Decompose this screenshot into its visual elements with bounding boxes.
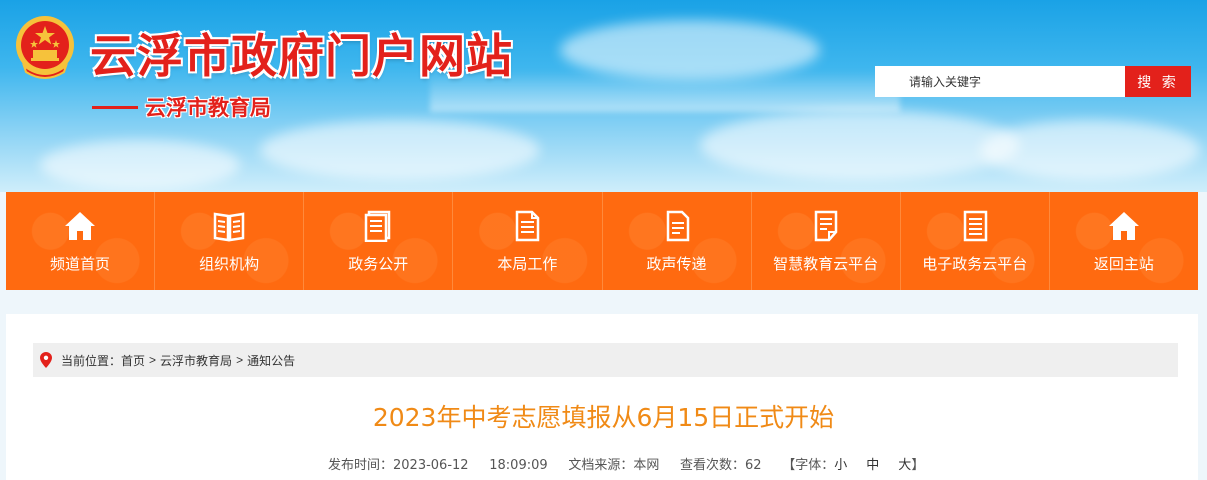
source-value: 本网 — [633, 458, 660, 473]
font-size-small[interactable]: 小 — [834, 454, 847, 473]
article-title: 2023年中考志愿填报从6月15日正式开始 — [372, 403, 835, 432]
location-pin-icon — [40, 352, 52, 368]
article-meta: 发布时间：2023-06-12 18:09:09 文档来源：本网 查看次数：62… — [328, 454, 924, 473]
search-button[interactable]: 搜 索 — [1125, 66, 1191, 97]
book-icon — [213, 212, 245, 242]
notes-icon — [666, 210, 689, 242]
search-input[interactable] — [875, 66, 1125, 97]
site-title: 云浮市政府门户网站 — [90, 29, 513, 83]
nav-item-smart-education-cloud[interactable]: 智慧教育云平台 — [751, 192, 901, 290]
document-lines-icon — [516, 210, 540, 242]
national-emblem-icon — [16, 16, 74, 79]
nav-item-e-government-cloud[interactable]: 电子政务云平台 — [900, 192, 1050, 290]
nav-label: 本局工作 — [497, 255, 558, 273]
breadcrumb-bureau[interactable]: 云浮市教育局 — [160, 352, 232, 369]
nav-label: 频道首页 — [50, 255, 111, 273]
breadcrumb-separator: > — [149, 353, 157, 367]
breadcrumb: 当前位置： 首页 > 云浮市教育局 > 通知公告 — [33, 343, 1178, 377]
breadcrumb-notices[interactable]: 通知公告 — [247, 352, 295, 369]
font-size-medium[interactable]: 中 — [866, 454, 879, 473]
nav-label: 返回主站 — [1093, 255, 1154, 273]
subtitle-dash — [92, 106, 138, 109]
nav-item-government-affairs[interactable]: 政务公开 — [304, 192, 454, 290]
breadcrumb-separator: > — [236, 353, 244, 367]
list-doc-icon — [963, 210, 988, 242]
nav-item-government-voice[interactable]: 政声传递 — [602, 192, 752, 290]
checklist-icon — [814, 210, 837, 242]
publish-date: 2023-06-12 — [393, 458, 469, 473]
font-size-large[interactable]: 大 — [898, 454, 911, 473]
breadcrumb-prefix: 当前位置： — [61, 353, 122, 368]
nav-label: 组织机构 — [199, 255, 260, 273]
nav-item-channel-home[interactable]: 频道首页 — [6, 192, 156, 290]
nav-label: 电子政务云平台 — [922, 255, 1028, 273]
main-nav: 频道首页 组织机构 政务公开 本局工作 政声传递 智慧教育云平台 电子政务云平台… — [6, 192, 1198, 290]
breadcrumb-home[interactable]: 首页 — [121, 352, 145, 369]
nav-label: 政声传递 — [646, 255, 707, 273]
nav-label: 政务公开 — [348, 255, 409, 273]
nav-item-return-main-site[interactable]: 返回主站 — [1049, 192, 1198, 290]
font-size-close: 】 — [911, 458, 925, 473]
home-icon — [65, 212, 96, 240]
publish-time: 18:09:09 — [489, 458, 548, 473]
nav-item-bureau-work[interactable]: 本局工作 — [453, 192, 603, 290]
nav-label: 智慧教育云平台 — [773, 255, 879, 273]
font-size-label: 【字体： — [782, 458, 835, 473]
document-icon — [365, 210, 391, 242]
source-label: 文档来源： — [568, 458, 634, 473]
views-count: 62 — [745, 458, 762, 473]
views-label: 查看次数： — [680, 458, 746, 473]
home-icon — [1108, 212, 1139, 240]
publish-label: 发布时间： — [328, 458, 394, 473]
nav-item-organization[interactable]: 组织机构 — [155, 192, 305, 290]
department-subtitle[interactable]: 云浮市教育局 — [145, 92, 271, 122]
